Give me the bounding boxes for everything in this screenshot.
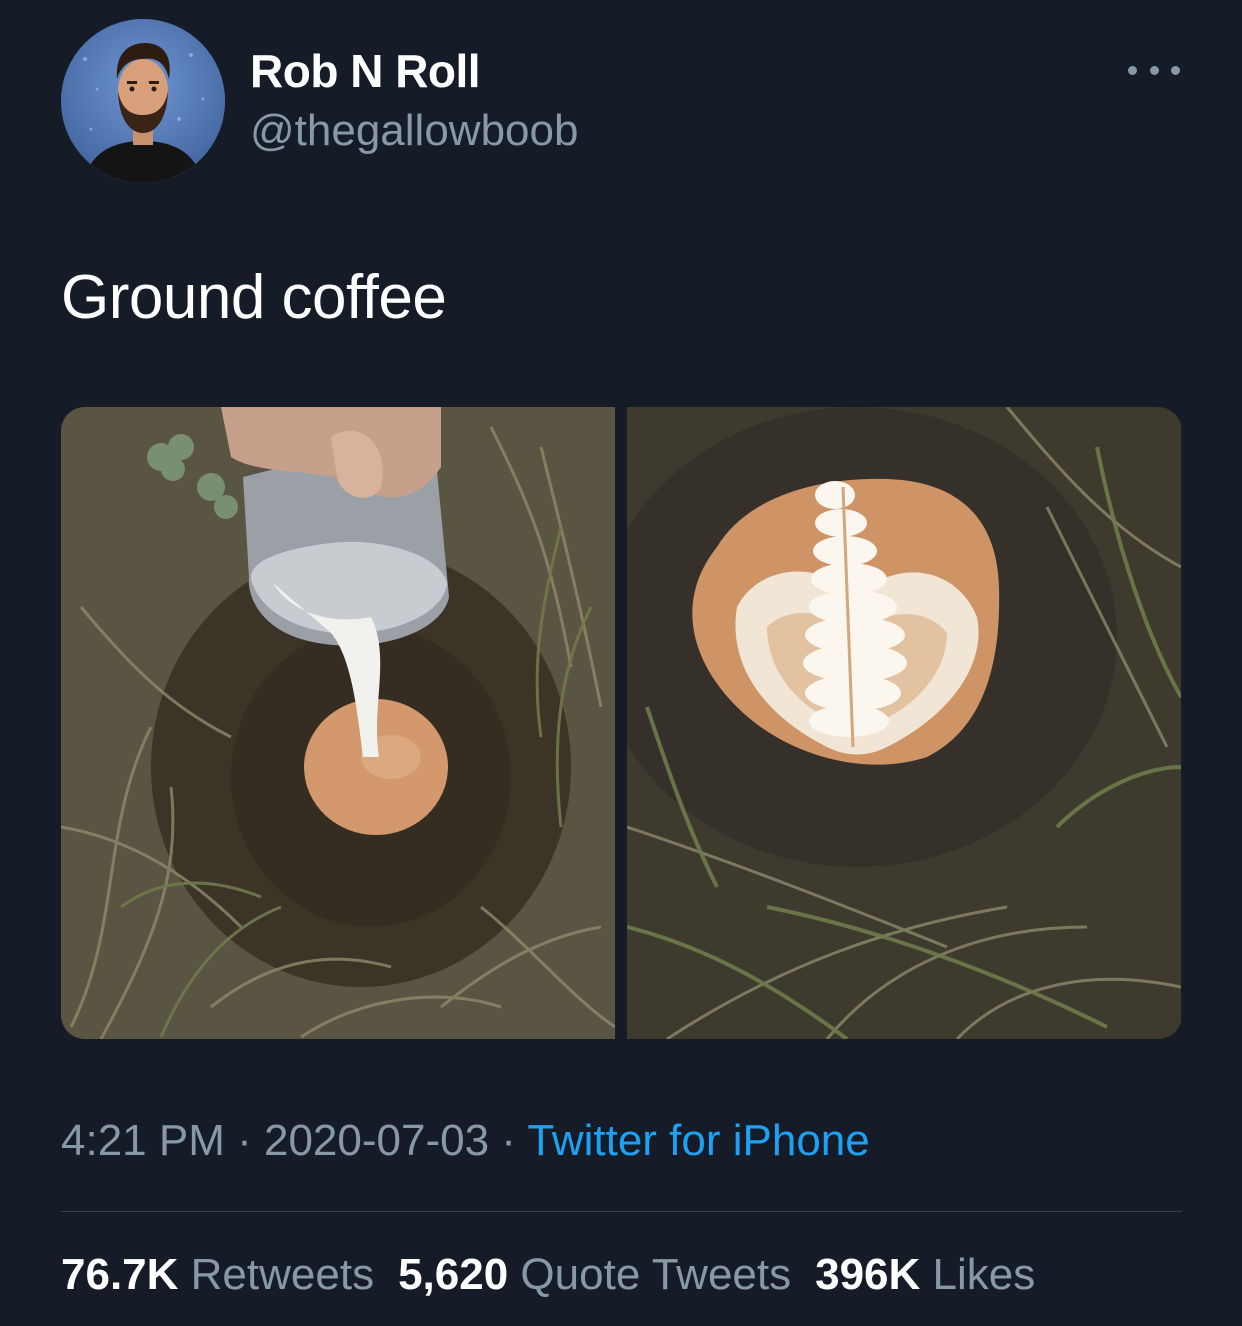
dot xyxy=(1149,65,1159,75)
likes-label: Likes xyxy=(932,1250,1036,1299)
likes-count: 396K xyxy=(815,1250,921,1299)
tweet-text: Ground coffee xyxy=(61,263,447,332)
tweet-time[interactable]: 4:21 PM xyxy=(61,1116,225,1165)
tweet-meta: 4:21 PM · 2020-07-03 · Twitter for iPhon… xyxy=(61,1116,870,1166)
avatar-portrait-icon xyxy=(61,19,225,183)
latte-art-in-ground-photo[interactable] xyxy=(627,407,1181,1039)
dot xyxy=(1171,65,1180,75)
dot xyxy=(1128,65,1137,75)
tweet-media xyxy=(61,407,1182,1039)
milk-pouring-into-ground-photo[interactable] xyxy=(61,407,615,1039)
meta-separator: · xyxy=(224,1116,264,1165)
tweet-source-link[interactable]: Twitter for iPhone xyxy=(527,1116,869,1165)
likes-stat[interactable]: 396K Likes xyxy=(815,1250,1035,1299)
author-handle[interactable]: @thegallowboob xyxy=(250,106,578,156)
meta-separator: · xyxy=(489,1116,528,1165)
quote-tweets-label: Quote Tweets xyxy=(520,1250,792,1299)
retweets-count: 76.7K xyxy=(61,1250,179,1299)
tweet-stats: 76.7K Retweets 5,620 Quote Tweets 396K Lik… xyxy=(61,1250,1059,1300)
quote-tweets-stat[interactable]: 5,620 Quote Tweets xyxy=(398,1250,791,1299)
retweets-label: Retweets xyxy=(190,1250,375,1299)
author-display-name[interactable]: Rob N Roll xyxy=(250,44,481,98)
retweets-stat[interactable]: 76.7K Retweets xyxy=(61,1250,374,1299)
more-dots-icon[interactable] xyxy=(1128,56,1180,84)
quote-tweets-count: 5,620 xyxy=(398,1250,509,1299)
divider xyxy=(61,1211,1182,1212)
user-avatar[interactable] xyxy=(61,19,225,183)
tweet-date[interactable]: 2020-07-03 xyxy=(264,1116,489,1165)
